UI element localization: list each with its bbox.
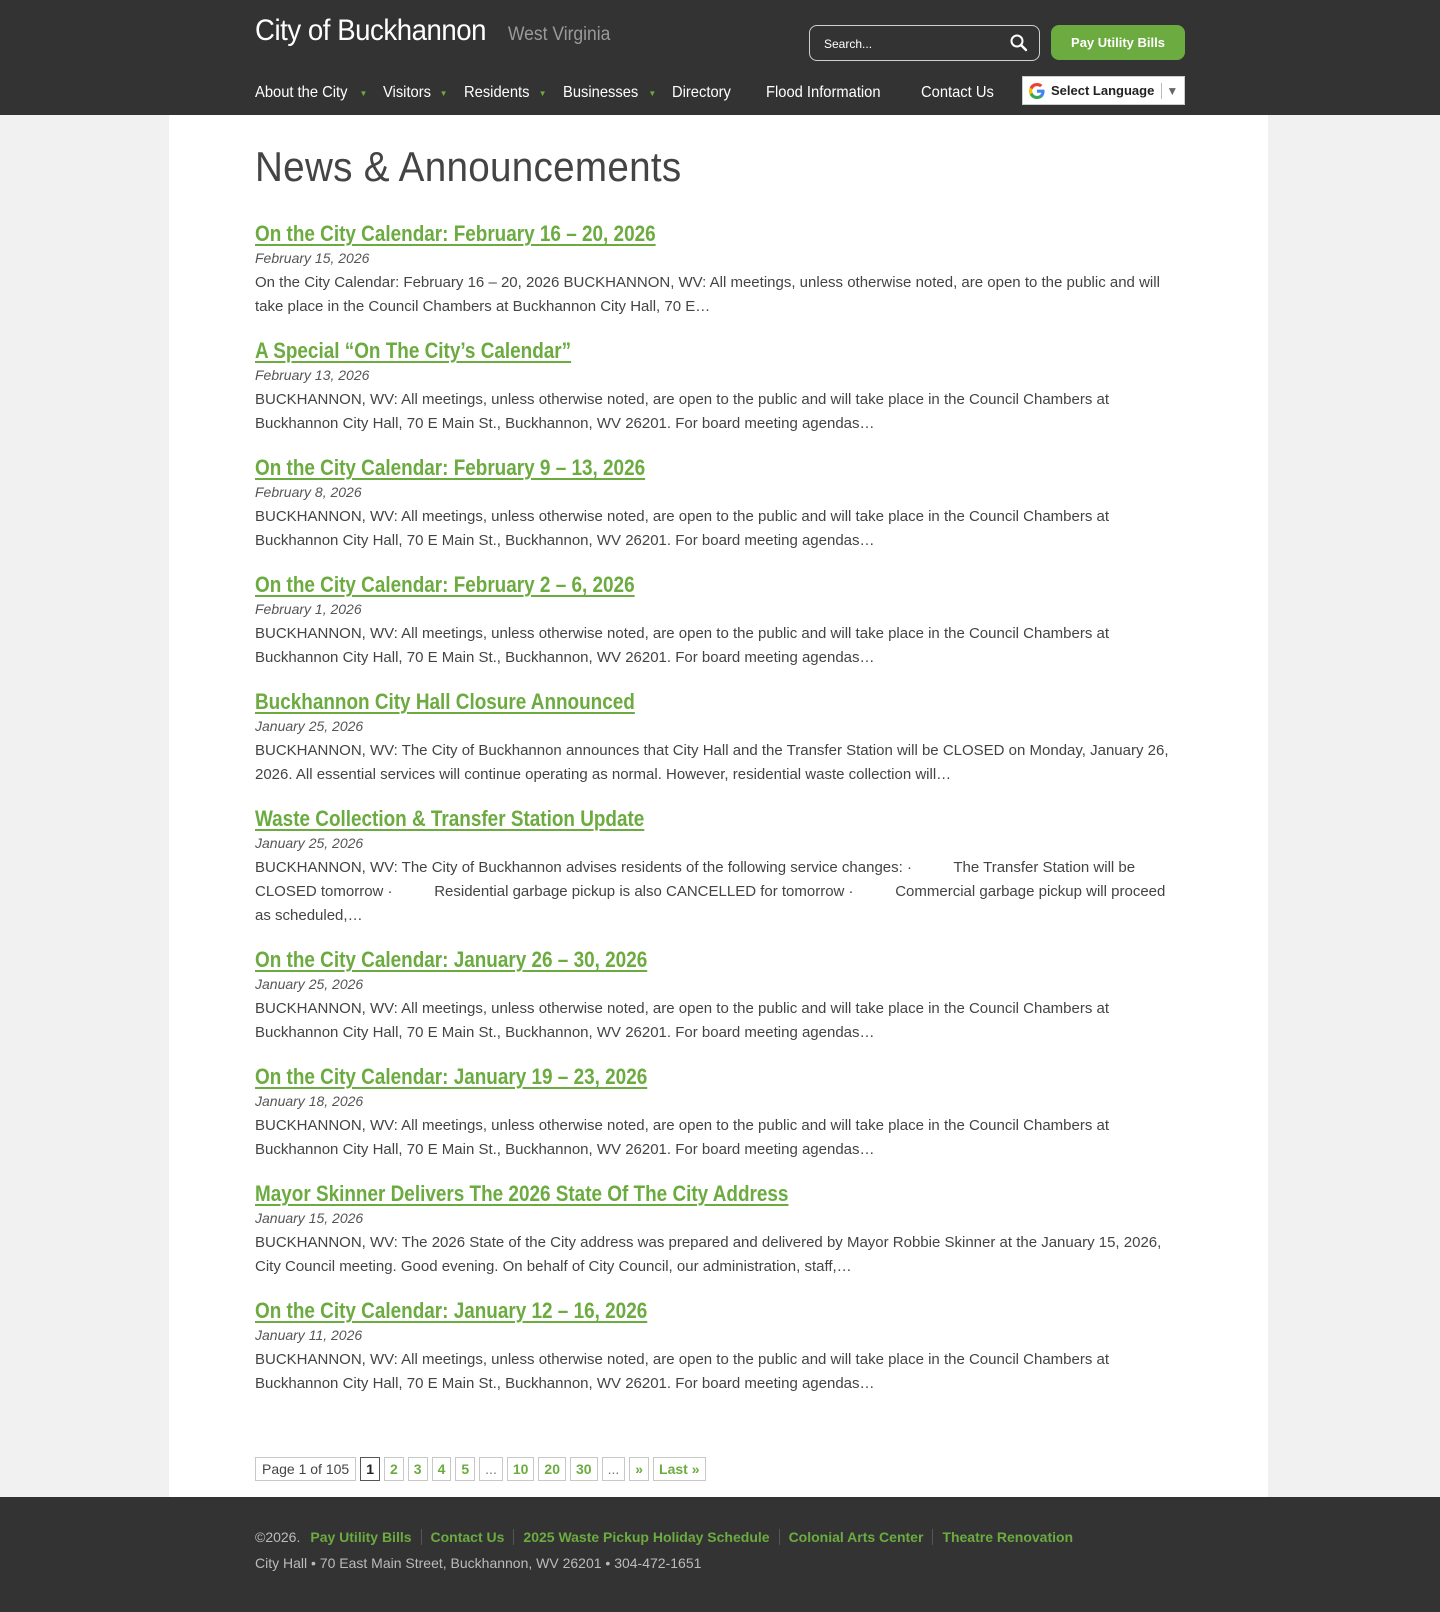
site-header: City of Buckhannon West Virginia Pay Uti… — [0, 0, 1440, 115]
post-date: January 25, 2026 — [255, 835, 364, 851]
nav-item-residents[interactable]: Residents ▼ — [464, 84, 547, 102]
nav-item-visitors[interactable]: Visitors ▼ — [383, 84, 447, 102]
post-title-link[interactable]: On the City Calendar: January 19 – 23, 2… — [255, 1062, 647, 1091]
page-link[interactable]: 2 — [383, 1457, 404, 1481]
post-item: On the City Calendar: January 19 – 23, 2… — [255, 1062, 1185, 1162]
post-item: On the City Calendar: January 26 – 30, 2… — [255, 945, 1185, 1045]
post-item: Buckhannon City Hall Closure Announced J… — [255, 687, 1185, 787]
footer-link-waste-pickup-schedule[interactable]: 2025 Waste Pickup Holiday Schedule — [513, 1529, 778, 1545]
post-excerpt: BUCKHANNON, WV: All meetings, unless oth… — [255, 1117, 1110, 1158]
post-date: January 18, 2026 — [255, 1093, 364, 1109]
caret-down-icon: ▼ — [538, 88, 547, 98]
footer-links: ©2026. Pay Utility Bills Contact Us 2025… — [255, 1529, 1082, 1545]
post-excerpt: BUCKHANNON, WV: All meetings, unless oth… — [255, 1000, 1110, 1041]
page-current: 1 — [360, 1457, 380, 1481]
footer-link-contact-us[interactable]: Contact Us — [420, 1529, 514, 1545]
language-label: Select Language — [1051, 83, 1155, 98]
post-excerpt: BUCKHANNON, WV: The 2026 State of the Ci… — [255, 1234, 1162, 1275]
page-link[interactable]: 5 — [455, 1457, 476, 1481]
footer-link-colonial-arts-center[interactable]: Colonial Arts Center — [778, 1529, 933, 1545]
post-excerpt: BUCKHANNON, WV: The City of Buckhannon a… — [255, 859, 1170, 924]
search-icon[interactable] — [1009, 33, 1029, 53]
nav-item-contact-us[interactable]: Contact Us — [921, 84, 1000, 102]
post-excerpt: BUCKHANNON, WV: All meetings, unless oth… — [255, 1351, 1110, 1392]
page-link[interactable]: 30 — [570, 1457, 598, 1481]
page-link[interactable]: 4 — [431, 1457, 452, 1481]
page-title: News & Announcements — [255, 143, 682, 190]
page-ellipsis: ... — [601, 1457, 626, 1481]
page-ellipsis: ... — [479, 1457, 503, 1481]
nav-label: Flood Information — [766, 84, 881, 101]
post-excerpt: On the City Calendar: February 16 – 20, … — [255, 274, 1160, 315]
post-title-link[interactable]: Waste Collection & Transfer Station Upda… — [255, 804, 644, 833]
post-date: January 25, 2026 — [255, 718, 364, 734]
post-list: On the City Calendar: February 16 – 20, … — [255, 219, 1185, 1413]
post-excerpt: BUCKHANNON, WV: The City of Buckhannon a… — [255, 742, 1169, 783]
post-date: February 1, 2026 — [255, 601, 362, 617]
post-excerpt: BUCKHANNON, WV: All meetings, unless oth… — [255, 508, 1110, 549]
pay-utility-bills-button[interactable]: Pay Utility Bills — [1051, 25, 1185, 60]
nav-label: Visitors — [383, 84, 432, 101]
post-item: On the City Calendar: February 2 – 6, 20… — [255, 570, 1185, 670]
post-date: January 15, 2026 — [255, 1210, 364, 1226]
post-date: January 25, 2026 — [255, 976, 364, 992]
brand[interactable]: City of Buckhannon West Virginia — [255, 14, 619, 48]
post-title-link[interactable]: On the City Calendar: February 16 – 20, … — [255, 219, 656, 248]
site-subtitle: West Virginia — [508, 24, 611, 45]
nav-label: About the City — [255, 84, 348, 101]
page-info: Page 1 of 105 — [255, 1457, 357, 1481]
main-content: News & Announcements On the City Calenda… — [169, 115, 1268, 1497]
copyright: ©2026. — [255, 1529, 301, 1545]
caret-down-icon: ▼ — [439, 88, 448, 98]
footer-link-pay-utility-bills[interactable]: Pay Utility Bills — [310, 1529, 420, 1545]
post-title-link[interactable]: Mayor Skinner Delivers The 2026 State Of… — [255, 1179, 788, 1208]
post-title-link[interactable]: On the City Calendar: February 2 – 6, 20… — [255, 570, 635, 599]
nav-label: Directory — [672, 84, 732, 101]
google-g-icon — [1027, 81, 1047, 101]
post-item: On the City Calendar: February 16 – 20, … — [255, 219, 1185, 319]
post-item: Waste Collection & Transfer Station Upda… — [255, 804, 1185, 928]
nav-label: Contact Us — [920, 84, 994, 101]
footer-address: City Hall • 70 East Main Street, Buckhan… — [255, 1555, 702, 1571]
next-page-link[interactable]: » — [629, 1457, 650, 1481]
page-link[interactable]: 3 — [407, 1457, 428, 1481]
post-excerpt: BUCKHANNON, WV: All meetings, unless oth… — [255, 391, 1110, 432]
site-footer: ©2026. Pay Utility Bills Contact Us 2025… — [0, 1497, 1440, 1612]
nav-item-about[interactable]: About the City ▼ — [255, 84, 367, 102]
site-title[interactable]: City of Buckhannon — [255, 14, 487, 48]
post-excerpt: BUCKHANNON, WV: All meetings, unless oth… — [255, 625, 1110, 666]
caret-down-icon: ▼ — [359, 88, 368, 98]
post-date: February 8, 2026 — [255, 484, 362, 500]
last-page-link[interactable]: Last » — [653, 1457, 706, 1481]
nav-label: Residents — [463, 84, 529, 101]
dropdown-arrow-icon: ▼ — [1166, 83, 1179, 98]
nav-item-flood-information[interactable]: Flood Information — [766, 84, 891, 102]
divider — [1161, 82, 1163, 99]
post-title-link[interactable]: Buckhannon City Hall Closure Announced — [255, 687, 635, 716]
post-date: February 13, 2026 — [255, 367, 370, 383]
post-date: February 15, 2026 — [255, 250, 370, 266]
post-title-link[interactable]: On the City Calendar: January 12 – 16, 2… — [255, 1296, 647, 1325]
nav-item-businesses[interactable]: Businesses ▼ — [563, 84, 657, 102]
nav-label: Businesses — [562, 84, 638, 101]
page-link[interactable]: 10 — [506, 1457, 535, 1481]
post-item: On the City Calendar: January 12 – 16, 2… — [255, 1296, 1185, 1396]
footer-link-theatre-renovation[interactable]: Theatre Renovation — [932, 1529, 1082, 1545]
search-box — [809, 25, 1040, 61]
post-title-link[interactable]: A Special “On The City’s Calendar” — [255, 336, 571, 365]
caret-down-icon: ▼ — [648, 88, 657, 98]
nav-item-directory[interactable]: Directory — [672, 84, 736, 102]
post-title-link[interactable]: On the City Calendar: January 26 – 30, 2… — [255, 945, 647, 974]
language-select[interactable]: Select Language ▼ — [1022, 76, 1185, 105]
post-title-link[interactable]: On the City Calendar: February 9 – 13, 2… — [255, 453, 645, 482]
page-link[interactable]: 20 — [538, 1457, 566, 1481]
post-item: On the City Calendar: February 9 – 13, 2… — [255, 453, 1185, 553]
post-item: A Special “On The City’s Calendar” Febru… — [255, 336, 1185, 436]
post-date: January 11, 2026 — [255, 1327, 363, 1343]
post-item: Mayor Skinner Delivers The 2026 State Of… — [255, 1179, 1185, 1279]
main-nav: About the City ▼ Visitors ▼ Residents ▼ Bus… — [255, 80, 1030, 106]
pagination: Page 1 of 105 1 2 3 4 5 ... 10 20 30 ...… — [255, 1457, 706, 1481]
search-input[interactable] — [824, 35, 1004, 53]
